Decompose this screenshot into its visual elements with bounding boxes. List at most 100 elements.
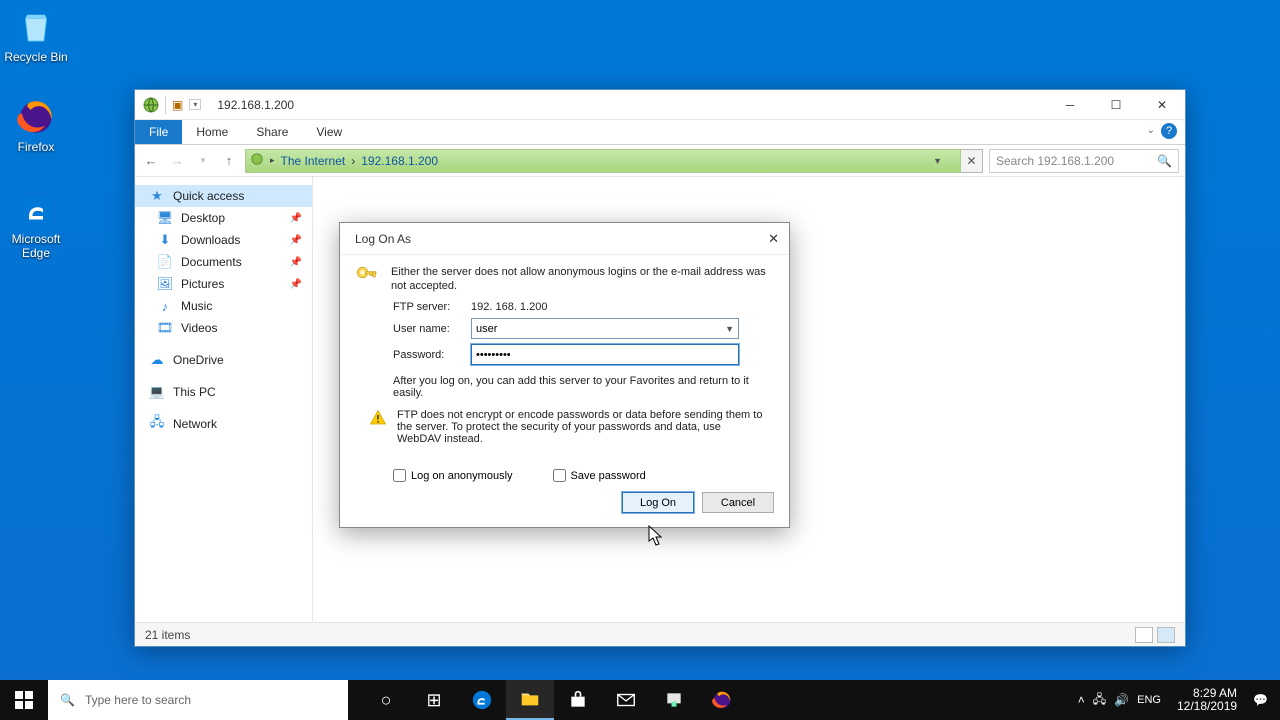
pin-icon: 📌 [290, 213, 302, 224]
taskbar-clock[interactable]: 8:29 AM 12/18/2019 [1165, 687, 1249, 713]
logon-form: FTP server: 192. 168. 1.200 User name: u… [393, 301, 774, 365]
nav-back-icon[interactable]: ← [141, 153, 161, 168]
maximize-button[interactable]: ☐ [1093, 90, 1139, 120]
network-tray-icon[interactable]: 🖧 [1089, 690, 1110, 711]
dialog-title: Log On As [355, 232, 411, 246]
taskbar-firefox[interactable] [698, 680, 746, 720]
sidebar-documents[interactable]: 📄 Documents 📌 [135, 251, 312, 273]
properties-icon[interactable]: ▣ [172, 98, 183, 112]
breadcrumb-location[interactable]: 192.168.1.200 [361, 154, 438, 168]
dialog-message: Either the server does not allow anonymo… [391, 265, 774, 293]
password-input[interactable] [471, 344, 739, 365]
recycle-bin-icon [15, 6, 57, 48]
task-view-button[interactable]: ⊞ [410, 680, 458, 720]
ribbon-expand-icon[interactable]: ⌄ [1147, 125, 1155, 136]
search-placeholder: Search 192.168.1.200 [996, 154, 1114, 168]
taskbar-store[interactable] [554, 680, 602, 720]
taskbar-edge[interactable] [458, 680, 506, 720]
pin-icon: 📌 [290, 257, 302, 268]
logon-dialog: Log On As ✕ Either the server does not a… [339, 222, 790, 528]
taskbar-mail[interactable] [602, 680, 650, 720]
status-item-count: 21 items [145, 628, 190, 642]
clock-date: 12/18/2019 [1173, 700, 1241, 713]
username-label: User name: [393, 323, 471, 335]
ftp-globe-icon [143, 97, 159, 113]
ribbon-tab-file[interactable]: File [135, 120, 182, 144]
desktop-icon-edge[interactable]: Microsoft Edge [0, 188, 72, 260]
network-icon: 🖧 [149, 416, 165, 432]
ribbon: File Home Share View ⌄ ? [135, 120, 1185, 145]
qat-dropdown-icon[interactable]: ▾ [189, 99, 201, 110]
sidebar-quick-access[interactable]: ★ Quick access [135, 185, 312, 207]
window-title: 192.168.1.200 [209, 98, 294, 112]
desktop-icon-label: Recycle Bin [4, 50, 67, 64]
desktop-icon-recycle-bin[interactable]: Recycle Bin [0, 6, 72, 64]
address-bar[interactable]: ▸ The Internet › 192.168.1.200 ▼ [245, 149, 961, 173]
favorite-note: After you log on, you can add this serve… [393, 375, 774, 399]
nav-recent-icon[interactable]: ▾ [193, 155, 213, 166]
videos-icon: 🎞 [157, 320, 173, 336]
sidebar-this-pc[interactable]: 💻 This PC [135, 381, 312, 403]
documents-icon: 📄 [157, 254, 173, 270]
tray-overflow-icon[interactable]: ˄ [1074, 693, 1089, 707]
dialog-close-button[interactable]: ✕ [768, 231, 779, 247]
address-dropdown-icon[interactable]: ▼ [933, 156, 942, 166]
taskbar-explorer[interactable] [506, 680, 554, 720]
taskbar-search[interactable]: 🔍 Type here to search [48, 680, 348, 720]
ribbon-tab-home[interactable]: Home [182, 120, 242, 144]
sidebar-network[interactable]: 🖧 Network [135, 413, 312, 435]
stop-refresh-button[interactable]: ✕ [961, 149, 983, 173]
warning-icon [369, 409, 387, 430]
help-icon[interactable]: ? [1161, 123, 1177, 139]
ribbon-tab-share[interactable]: Share [242, 120, 302, 144]
desktop: Recycle Bin Firefox Microsoft Edge ▣ ▾ 1… [0, 0, 1280, 720]
system-tray: ˄ 🖧 🔊 ENG 8:29 AM 12/18/2019 💬 [1074, 680, 1280, 720]
close-button[interactable]: ✕ [1139, 90, 1185, 120]
pictures-icon: 🖼 [157, 276, 173, 292]
ribbon-tab-view[interactable]: View [302, 120, 356, 144]
chevron-down-icon[interactable]: ▼ [725, 324, 734, 334]
navbar: ← → ▾ ↑ ▸ The Internet › 192.168.1.200 ▼… [135, 145, 1185, 177]
titlebar[interactable]: ▣ ▾ 192.168.1.200 ─ ☐ ✕ [135, 90, 1185, 120]
cloud-icon: ☁ [149, 352, 165, 368]
minimize-button[interactable]: ─ [1047, 90, 1093, 120]
view-large-button[interactable] [1157, 627, 1175, 643]
save-password-checkbox[interactable]: Save password [553, 469, 646, 482]
username-input[interactable]: user ▼ [471, 318, 739, 339]
taskbar: 🔍 Type here to search ○ ⊞ ˄ 🖧 🔊 ENG [0, 680, 1280, 720]
cursor-icon [648, 525, 664, 547]
eng-indicator[interactable]: ENG [1133, 694, 1165, 706]
nav-up-icon[interactable]: ↑ [219, 153, 239, 168]
nav-pane: ★ Quick access 🖥 Desktop 📌 ⬇ Downloads 📌… [135, 177, 313, 622]
view-details-button[interactable] [1135, 627, 1153, 643]
cortana-button[interactable]: ○ [362, 680, 410, 720]
action-center-icon[interactable]: 💬 [1249, 693, 1272, 707]
taskbar-security[interactable] [650, 680, 698, 720]
pin-icon: 📌 [290, 279, 302, 290]
sidebar-videos[interactable]: 🎞 Videos [135, 317, 312, 339]
music-icon: ♪ [157, 298, 173, 314]
firefox-icon [15, 96, 57, 138]
desktop-icon-label: Firefox [18, 140, 55, 154]
desktop-icon-firefox[interactable]: Firefox [0, 96, 72, 154]
sidebar-music[interactable]: ♪ Music [135, 295, 312, 317]
globe-small-icon [250, 152, 266, 169]
sidebar-desktop[interactable]: 🖥 Desktop 📌 [135, 207, 312, 229]
edge-icon [15, 188, 57, 230]
password-label: Password: [393, 349, 471, 361]
sidebar-pictures[interactable]: 🖼 Pictures 📌 [135, 273, 312, 295]
logon-button[interactable]: Log On [622, 492, 694, 513]
pc-icon: 💻 [149, 384, 165, 400]
breadcrumb-root[interactable]: The Internet [275, 154, 346, 168]
desktop-icon: 🖥 [157, 210, 173, 226]
anonymous-checkbox[interactable]: Log on anonymously [393, 469, 513, 482]
sidebar-onedrive[interactable]: ☁ OneDrive [135, 349, 312, 371]
start-button[interactable] [0, 680, 48, 720]
cancel-button[interactable]: Cancel [702, 492, 774, 513]
taskbar-search-placeholder: Type here to search [85, 693, 191, 707]
volume-tray-icon[interactable]: 🔊 [1110, 693, 1133, 707]
ftp-server-value: 192. 168. 1.200 [471, 301, 547, 313]
search-input[interactable]: Search 192.168.1.200 🔍 [989, 149, 1179, 173]
search-icon: 🔍 [60, 693, 75, 707]
sidebar-downloads[interactable]: ⬇ Downloads 📌 [135, 229, 312, 251]
